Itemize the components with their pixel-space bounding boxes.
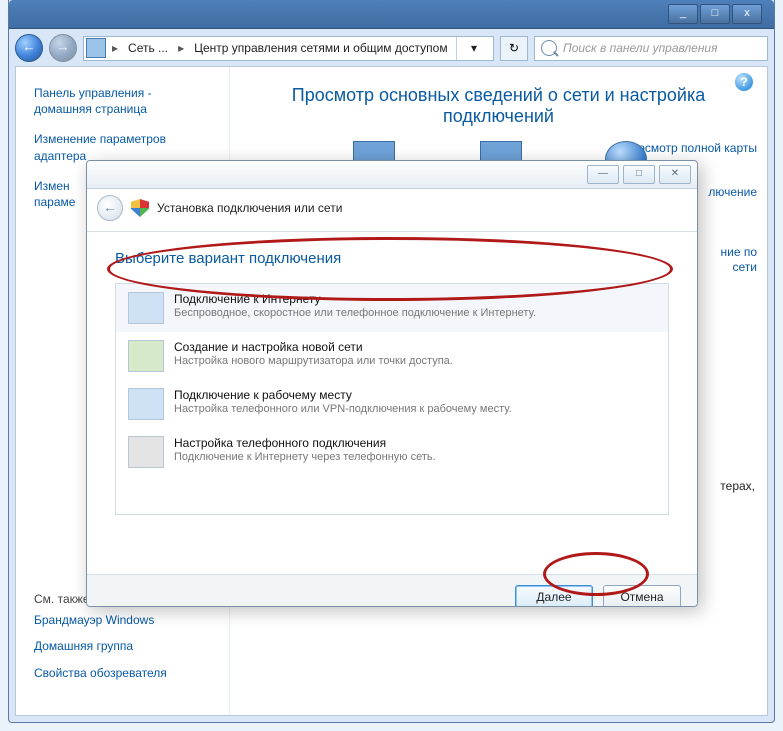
wizard-option-workplace[interactable]: Подключение к рабочему месту Настройка т… [116,380,668,428]
next-button[interactable]: Далее [515,585,593,607]
wizard-close-button[interactable]: ✕ [659,165,691,184]
refresh-button[interactable]: ↻ [500,36,528,61]
shield-icon [131,199,149,217]
option-title: Подключение к рабочему месту [174,388,512,402]
window-titlebar: _ □ x [9,0,774,29]
window-close-button[interactable]: x [732,4,762,24]
link-fragment-connection[interactable]: лючение [708,185,757,199]
wizard-body: Выберите вариант подключения Подключение… [87,232,697,574]
search-placeholder: Поиск в панели управления [563,41,718,55]
phone-icon [128,436,164,468]
cancel-button[interactable]: Отмена [603,585,681,607]
globe-arrow-icon [128,292,164,324]
sidebar-link-home[interactable]: Панель управления - домашняя страница [34,85,199,117]
nav-back-button[interactable]: ← [15,34,43,62]
option-desc: Беспроводное, скоростное или телефонное … [174,307,536,319]
option-desc: Подключение к Интернету через телефонную… [174,451,436,463]
option-title: Подключение к Интернету [174,292,536,306]
wizard-dialog: — □ ✕ ← Установка подключения или сети В… [86,160,698,607]
page-title: Просмотр основных сведений о сети и наст… [260,85,737,127]
wizard-back-button[interactable]: ← [97,195,123,221]
wizard-header-title: Установка подключения или сети [157,201,342,215]
wizard-subtitle: Выберите вариант подключения [115,250,669,267]
wizard-option-new-network[interactable]: Создание и настройка новой сети Настройк… [116,332,668,380]
link-fragment-by[interactable]: ние по [720,245,757,259]
breadcrumb-dropdown-button[interactable]: ▾ [456,37,491,60]
option-title: Настройка телефонного подключения [174,436,436,450]
address-bar: ← → ▸ Сеть ... ▸ Центр управления сетями… [15,33,768,63]
text-fragment-computers: терах, [720,479,755,493]
option-desc: Настройка телефонного или VPN-подключени… [174,403,512,415]
sidebar-link-homegroup[interactable]: Домашняя группа [34,638,199,654]
wizard-option-list: Подключение к Интернету Беспроводное, ск… [115,283,669,515]
wizard-option-dialup[interactable]: Настройка телефонного подключения Подклю… [116,428,668,476]
breadcrumb-arrow-icon: ▸ [174,41,188,55]
wizard-maximize-button[interactable]: □ [623,165,655,184]
sidebar-link-adapter-settings[interactable]: Изменение параметров адаптера [34,131,199,163]
wizard-footer: Далее Отмена [87,574,697,607]
window-minimize-button[interactable]: _ [668,4,698,24]
breadcrumb[interactable]: ▸ Сеть ... ▸ Центр управления сетями и о… [83,36,494,61]
option-title: Создание и настройка новой сети [174,340,453,354]
wizard-minimize-button[interactable]: — [587,165,619,184]
router-icon [128,340,164,372]
breadcrumb-segment-network[interactable]: Сеть ... [122,41,174,55]
building-icon [128,388,164,420]
search-input[interactable]: Поиск в панели управления [534,36,768,61]
wizard-titlebar: — □ ✕ [87,161,697,189]
network-icon [86,38,106,58]
search-icon [541,40,557,56]
wizard-header: ← Установка подключения или сети [87,189,697,232]
sidebar-link-internet-options[interactable]: Свойства обозревателя [34,665,199,681]
help-button[interactable]: ? [735,73,753,91]
wizard-option-internet[interactable]: Подключение к Интернету Беспроводное, ск… [116,284,668,332]
option-desc: Настройка нового маршрутизатора или точк… [174,355,453,367]
breadcrumb-arrow-icon: ▸ [108,41,122,55]
refresh-icon: ↻ [509,41,519,55]
nav-forward-button[interactable]: → [49,34,77,62]
sidebar-link-firewall[interactable]: Брандмауэр Windows [34,612,199,628]
breadcrumb-segment-netcenter[interactable]: Центр управления сетями и общим доступом [188,41,454,55]
link-fragment-net[interactable]: сети [733,260,757,274]
window-maximize-button[interactable]: □ [700,4,730,24]
